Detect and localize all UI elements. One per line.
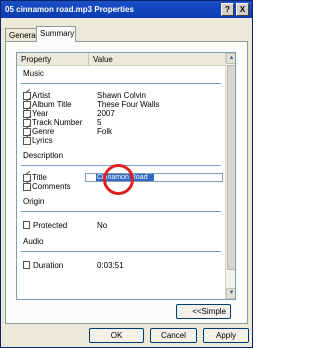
property-label: Comments (32, 182, 71, 191)
group-label-description: Description (23, 151, 64, 160)
highlight-circle (103, 164, 134, 195)
title-bar[interactable]: 05 cinnamon road.mp3 Properties ? X (1, 1, 252, 18)
scroll-up-arrow-icon[interactable]: ▲ (226, 53, 235, 64)
property-value[interactable]: No (97, 221, 107, 230)
group-label-origin: Origin (23, 197, 45, 206)
group-label-music: Music (23, 69, 44, 78)
list-header: Property Value (17, 53, 226, 66)
cancel-button[interactable]: Cancel (150, 328, 197, 343)
document-icon (23, 261, 30, 269)
scroll-thumb[interactable] (227, 65, 235, 270)
group-divider (21, 211, 221, 212)
column-header-value[interactable]: Value (89, 53, 226, 66)
property-label: Lyrics (32, 136, 53, 145)
close-button[interactable]: X (236, 3, 249, 16)
simple-button[interactable]: <<Simple (176, 304, 231, 319)
ok-button[interactable]: OK (89, 328, 144, 343)
property-list: Property Value Music Artist Shawn Colvin… (16, 52, 236, 300)
property-label: Album Title (32, 100, 72, 109)
edit-icon (23, 183, 31, 191)
property-label: Artist (32, 91, 51, 100)
help-button[interactable]: ? (221, 3, 234, 16)
window-title: 05 cinnamon road.mp3 Properties (5, 5, 134, 14)
list-item-track-number[interactable]: Track Number (23, 118, 82, 127)
summary-panel: Property Value Music Artist Shawn Colvin… (5, 41, 248, 324)
list-item-comments[interactable]: Comments (23, 182, 71, 191)
property-label: Protected (33, 221, 68, 230)
vertical-scrollbar[interactable]: ▲ ▼ (225, 53, 235, 299)
tab-summary[interactable]: Summary (36, 26, 76, 42)
list-item-protected[interactable]: Protected (23, 221, 67, 230)
list-item-lyrics[interactable]: Lyrics (23, 136, 53, 145)
list-item-album-title[interactable]: Album Title (23, 100, 72, 109)
property-label: Duration (33, 261, 64, 270)
column-header-property[interactable]: Property (17, 53, 89, 66)
group-label-audio: Audio (23, 237, 44, 246)
edit-icon (23, 137, 31, 145)
property-value[interactable]: Shawn Colvin (97, 91, 146, 100)
properties-dialog: 05 cinnamon road.mp3 Properties ? X Gene… (0, 0, 253, 348)
property-label: Genre (32, 127, 55, 136)
property-label: Track Number (32, 118, 83, 127)
document-icon (23, 221, 30, 229)
group-divider (21, 83, 221, 84)
property-value[interactable]: 2007 (97, 109, 115, 118)
property-value[interactable]: 5 (97, 118, 101, 127)
property-value[interactable]: Folk (97, 127, 112, 136)
tab-general[interactable]: General (5, 28, 37, 42)
property-label: Title (32, 173, 47, 182)
property-value[interactable]: 0:03:51 (97, 261, 124, 270)
property-value[interactable]: These Four Walls (97, 100, 159, 109)
group-divider (21, 251, 221, 252)
scroll-down-arrow-icon[interactable]: ▼ (226, 288, 235, 299)
apply-button[interactable]: Apply (203, 328, 249, 343)
list-item-duration[interactable]: Duration (23, 261, 63, 270)
property-label: Year (32, 109, 49, 118)
